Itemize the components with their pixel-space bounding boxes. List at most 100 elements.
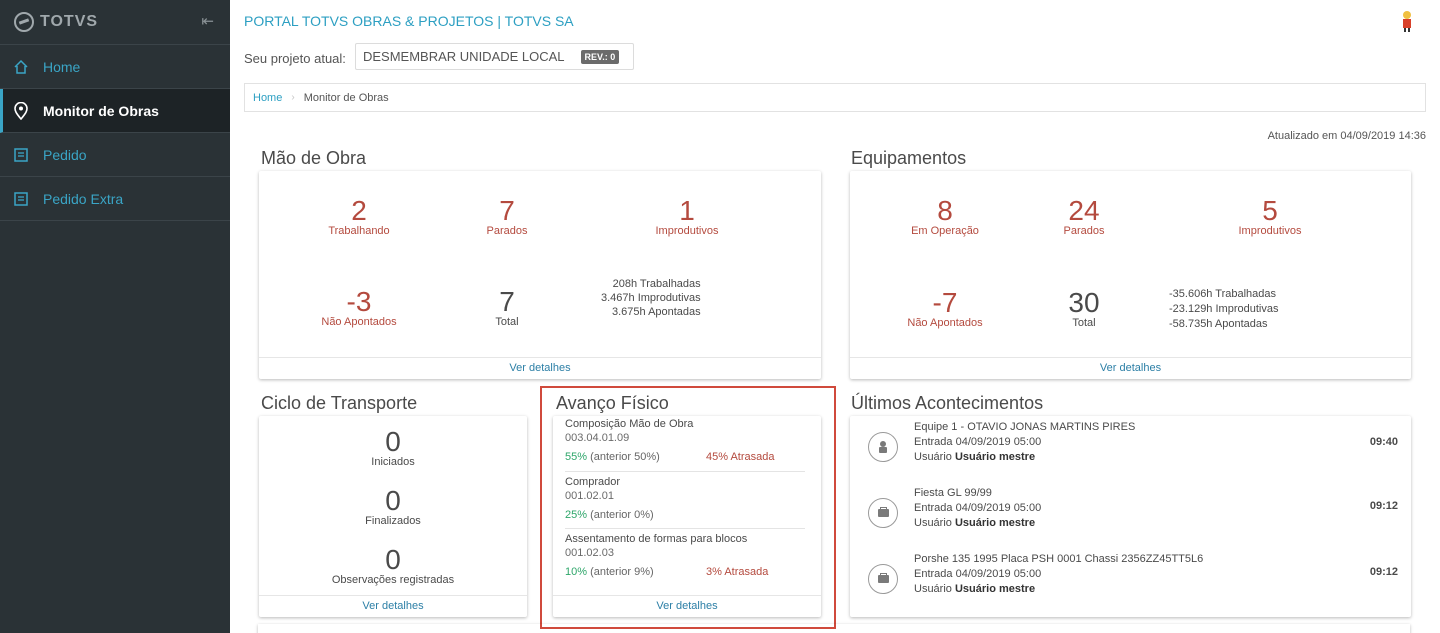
- event-user: Usuário mestre: [954, 517, 1036, 529]
- stat-total: 30 Total: [1044, 289, 1124, 330]
- ver-detalhes-link[interactable]: Ver detalhes: [259, 595, 527, 617]
- sidebar-item-pedido-extra[interactable]: Pedido Extra: [0, 177, 230, 221]
- main-content: PORTAL TOTVS OBRAS & PROJETOS | TOTVS SA…: [230, 0, 1440, 633]
- stat-value: 0: [385, 426, 401, 457]
- stat-improdutivos[interactable]: 1 Improdutivos: [637, 197, 737, 238]
- avanco-item-code: 001.02.01: [565, 490, 614, 502]
- event-item[interactable]: Fiesta GL 99/99 Entrada 04/09/2019 05:00…: [868, 486, 1398, 530]
- avanco-item-anterior: (anterior 50%): [590, 451, 660, 463]
- stat-value: -3: [346, 286, 372, 317]
- hours-trabalhadas: -35.606h Trabalhadas: [1169, 288, 1277, 300]
- equipamentos-card: 8 Em Operação 24 Parados 5 Improdutivos …: [850, 171, 1411, 379]
- hours-trabalhadas: 208h Trabalhadas: [612, 278, 701, 290]
- stat-value: 0: [385, 485, 401, 516]
- stat-label: Finalizados: [365, 515, 421, 527]
- event-entrada: Entrada 04/09/2019 05:00: [914, 568, 1042, 580]
- sidebar-item-pedido[interactable]: Pedido: [0, 133, 230, 177]
- stat-trabalhando[interactable]: 2 Trabalhando: [319, 195, 399, 238]
- mao-de-obra-title: Mão de Obra: [261, 148, 367, 168]
- equipamentos-title: Equipamentos: [851, 148, 967, 168]
- stat-label: Parados: [486, 225, 528, 237]
- stat-label: Observações registradas: [331, 574, 455, 586]
- avanco-fisico-title: Avanço Físico: [556, 393, 669, 413]
- divider: [565, 528, 805, 529]
- ultimos-acontecimentos-title: Últimos Acontecimentos: [851, 393, 1044, 413]
- event-entrada: Entrada 04/09/2019 05:00: [914, 436, 1042, 448]
- avanco-item-late: 3% Atrasada: [706, 566, 769, 578]
- stat-label: Total: [1072, 317, 1096, 329]
- breadcrumb: Home › Monitor de Obras: [244, 83, 1426, 112]
- stat-finalizados[interactable]: 0 Finalizados: [259, 485, 527, 528]
- stat-label: Iniciados: [371, 456, 415, 468]
- ver-detalhes-link[interactable]: Ver detalhes: [553, 595, 821, 617]
- stat-label: Improdutivos: [1238, 225, 1302, 237]
- stat-nao-apontados[interactable]: -7 Não Apontados: [895, 289, 995, 330]
- user-avatar-icon[interactable]: [1400, 10, 1414, 32]
- stat-parados[interactable]: 7 Parados: [467, 195, 547, 238]
- hours-improdutivas: -23.129h Improdutivas: [1169, 303, 1279, 315]
- stat-label: Não Apontados: [907, 317, 983, 329]
- avanco-item-code: 003.04.01.09: [565, 432, 630, 444]
- event-entrada: Entrada 04/09/2019 05:00: [914, 502, 1042, 514]
- home-icon: [12, 59, 30, 75]
- avanco-item-anterior: (anterior 9%): [590, 566, 654, 578]
- avanco-item-anterior: (anterior 0%): [590, 509, 654, 521]
- event-title: Equipe 1 - OTAVIO JONAS MARTINS PIRES: [914, 421, 1136, 433]
- next-card-edge: [258, 624, 1410, 633]
- ultimos-acontecimentos-card: Equipe 1 - OTAVIO JONAS MARTINS PIRES En…: [850, 416, 1411, 617]
- stat-em-operacao[interactable]: 8 Em Operação: [895, 197, 995, 238]
- sidebar: TOTVS ⇤ Home Monitor de Obras Pedido Ped…: [0, 0, 230, 633]
- stat-value: 24: [1068, 195, 1100, 226]
- ver-detalhes-link[interactable]: Ver detalhes: [259, 357, 821, 379]
- equipment-icon: [868, 498, 898, 528]
- sidebar-item-monitor-de-obras[interactable]: Monitor de Obras: [0, 89, 230, 133]
- sidebar-item-label: Home: [43, 58, 81, 75]
- collapse-menu-icon[interactable]: ⇤: [201, 12, 214, 30]
- avanco-item-code: 001.02.03: [565, 547, 614, 559]
- hours-improdutivas: 3.467h Improdutivas: [601, 292, 701, 304]
- avanco-item-title: Assentamento de formas para blocos: [565, 533, 748, 545]
- totvs-logo-icon: [14, 12, 34, 32]
- stat-iniciados[interactable]: 0 Iniciados: [259, 426, 527, 469]
- stat-value: 0: [385, 544, 401, 575]
- stat-label: Improdutivos: [655, 225, 719, 237]
- event-user: Usuário mestre: [954, 451, 1036, 463]
- divider: [565, 471, 805, 472]
- avanco-item[interactable]: Comprador 001.02.01 25% (anterior 0%): [565, 475, 805, 522]
- hours-summary: -35.606h Trabalhadas -23.129h Improdutiv…: [1169, 287, 1278, 332]
- avanco-item[interactable]: Assentamento de formas para blocos 001.0…: [565, 532, 805, 579]
- avanco-item-late: 45% Atrasada: [706, 451, 775, 463]
- breadcrumb-home-link[interactable]: Home: [253, 92, 282, 104]
- event-item[interactable]: Porshe 135 1995 Placa PSH 0001 Chassi 23…: [868, 552, 1398, 596]
- event-details: Porshe 135 1995 Placa PSH 0001 Chassi 23…: [914, 552, 1203, 597]
- stat-nao-apontados[interactable]: -3 Não Apontados: [309, 286, 409, 329]
- stat-value: 7: [499, 195, 515, 226]
- avanco-item[interactable]: Composição Mão de Obra 003.04.01.09 55% …: [565, 417, 805, 464]
- stat-total: 7 Total: [467, 288, 547, 329]
- stat-label: Total: [495, 316, 519, 328]
- stat-parados[interactable]: 24 Parados: [1044, 195, 1124, 238]
- sidebar-item-home[interactable]: Home: [0, 45, 230, 89]
- event-user: Usuário mestre: [954, 583, 1036, 595]
- event-details: Fiesta GL 99/99 Entrada 04/09/2019 05:00…: [914, 486, 1041, 531]
- event-item[interactable]: Equipe 1 - OTAVIO JONAS MARTINS PIRES En…: [868, 420, 1398, 464]
- stat-observacoes[interactable]: 0 Observações registradas: [259, 544, 527, 587]
- brand: TOTVS ⇤: [0, 0, 230, 45]
- avanco-item-percent: 10%: [565, 566, 588, 578]
- sidebar-item-label: Pedido Extra: [43, 190, 124, 207]
- stat-improdutivos[interactable]: 5 Improdutivos: [1220, 195, 1320, 238]
- avanco-item-percent: 55%: [565, 451, 588, 463]
- updated-timestamp: Atualizado em 04/09/2019 14:36: [1267, 130, 1426, 142]
- breadcrumb-separator-icon: ›: [291, 92, 295, 103]
- project-selector[interactable]: DESMEMBRAR UNIDADE LOCAL REV.: 0: [355, 43, 634, 70]
- event-details: Equipe 1 - OTAVIO JONAS MARTINS PIRES En…: [914, 420, 1135, 465]
- ver-detalhes-link[interactable]: Ver detalhes: [850, 357, 1411, 379]
- avanco-item-percent: 25%: [565, 509, 588, 521]
- event-user-label: Usuário: [914, 517, 955, 529]
- document-list-icon: [12, 147, 30, 163]
- sidebar-item-label: Pedido: [43, 146, 87, 163]
- avanco-item-title: Comprador: [565, 476, 621, 488]
- stat-value: 2: [351, 195, 367, 226]
- stat-value: 5: [1262, 195, 1278, 226]
- project-name: DESMEMBRAR UNIDADE LOCAL: [363, 49, 565, 64]
